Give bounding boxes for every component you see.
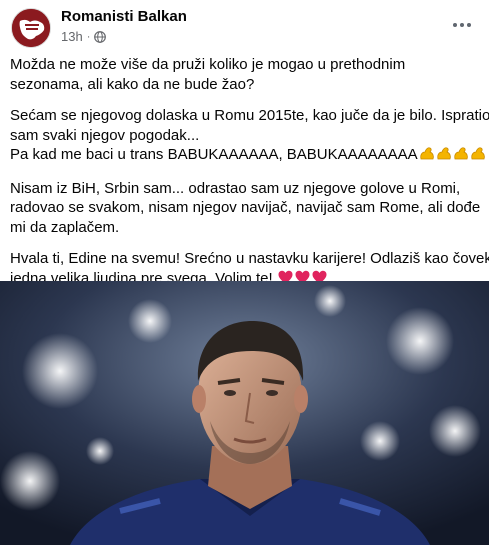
flexed-biceps-icon [471, 147, 485, 160]
club-logo-icon [12, 9, 50, 47]
more-options-icon [460, 23, 464, 27]
post-photo[interactable] [0, 281, 489, 545]
page-name[interactable]: Romanisti Balkan [61, 8, 187, 25]
page-avatar[interactable] [11, 8, 51, 48]
flexed-biceps-icon [437, 147, 451, 160]
flexed-biceps-icon [420, 147, 434, 160]
text-line: Nisam iz BiH, Srbin sam... odrastao sam … [10, 179, 461, 197]
text-line: sezonama, ali kako da ne bude žao? [10, 75, 255, 93]
globe-icon [94, 30, 107, 43]
post-paragraph: Možda ne može više da pruži koliko je mo… [10, 55, 482, 94]
more-options-icon [467, 23, 471, 27]
more-options-button[interactable] [448, 14, 476, 36]
post-paragraph: Nisam iz BiH, Srbin sam... odrastao sam … [10, 179, 482, 238]
more-options-icon [453, 23, 457, 27]
post-paragraph: Pa kad me baci u trans BABUKAAAAAA, BABU… [10, 145, 485, 167]
text-line: Možda ne može više da pruži koliko je mo… [10, 56, 406, 73]
text-line-content: Pa kad me baci u trans BABUKAAAAAA, BABU… [10, 146, 418, 163]
meta-separator: · [86, 30, 91, 43]
text-line: sam svaki njegov pogodak... [10, 126, 200, 144]
flexed-biceps-icon [419, 145, 487, 167]
text-line: radovao se svakom, nisam njegov navijač,… [10, 199, 481, 216]
text-line: Hvala ti, Edine na svemu! Srećno u nasta… [10, 250, 489, 267]
post-meta: 13h · [61, 29, 107, 44]
post-header: Romanisti Balkan 13h · [0, 0, 489, 52]
post-text: Možda ne može više da pruži koliko je mo… [10, 55, 489, 302]
text-line: mi da zaplačem. [10, 218, 120, 236]
flexed-biceps-icon [454, 147, 468, 160]
post-time[interactable]: 13h [61, 29, 83, 44]
text-line: Pa kad me baci u trans BABUKAAAAAA, BABU… [10, 145, 485, 167]
post-paragraph: Sećam se njegovog dolaska u Romu 2015te,… [10, 106, 489, 145]
player-photo [0, 281, 489, 545]
text-line: Sećam se njegovog dolaska u Romu 2015te,… [10, 107, 489, 124]
